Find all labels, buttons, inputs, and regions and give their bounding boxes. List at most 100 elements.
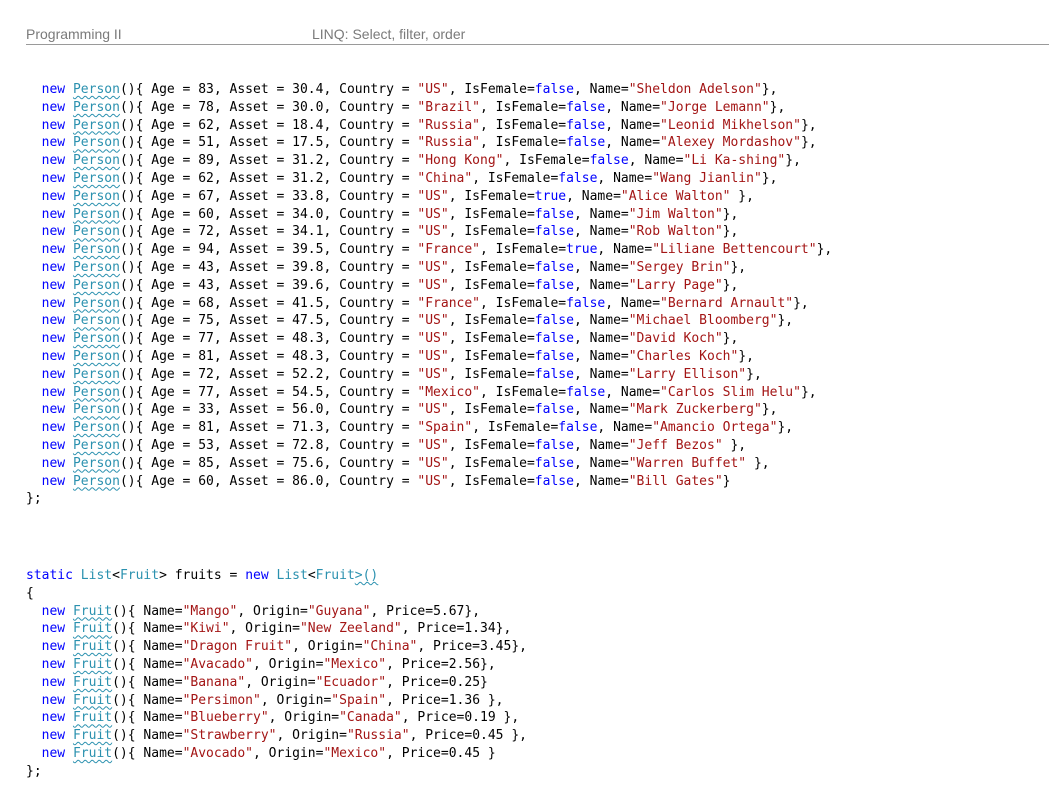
fruit-type: Fruit (315, 568, 355, 583)
asset-value: 86.0 (292, 473, 324, 489)
person-line: new Person(){ Age = 78, Asset = 30.0, Co… (41, 99, 786, 115)
age-value: 78 (198, 99, 214, 115)
line-tail: }, (480, 692, 504, 708)
fruit-type: Fruit (72, 710, 113, 726)
age-value: 68 (198, 295, 214, 311)
price-value: 0.25 (448, 674, 481, 690)
person-line: new Person(){ Age = 68, Asset = 41.5, Co… (41, 295, 809, 311)
person-type: Person (72, 455, 120, 471)
line-tail: }, (495, 621, 512, 637)
country-value: "France" (417, 242, 481, 258)
line-tail: } (480, 674, 488, 690)
name-value: "Bill Gates" (628, 473, 723, 489)
person-type: Person (72, 242, 120, 258)
person-line: new Person(){ Age = 83, Asset = 30.4, Co… (41, 82, 778, 97)
age-value: 67 (198, 188, 214, 204)
origin-value: "Ecuador" (315, 674, 387, 690)
line-tail: }, (511, 639, 527, 655)
asset-value: 30.4 (292, 82, 324, 97)
list-type: List (80, 568, 113, 583)
age-value: 62 (198, 170, 214, 186)
age-value: 94 (198, 242, 214, 258)
generic-close: >() (354, 568, 379, 583)
new-keyword: new (41, 242, 66, 258)
asset-value: 54.5 (292, 384, 324, 400)
line-tail: }, (785, 153, 801, 169)
new-keyword: new (41, 331, 66, 347)
new-keyword: new (41, 384, 66, 400)
person-line: new Person(){ Age = 77, Asset = 48.3, Co… (41, 331, 739, 347)
origin-value: "Spain" (331, 692, 387, 708)
country-value: "US" (417, 437, 449, 453)
is-female-value: true (566, 242, 598, 258)
is-female-value: false (566, 384, 606, 400)
course-title: Programming II (26, 26, 122, 42)
new-keyword: new (41, 710, 66, 726)
closing-brace: }; (26, 491, 42, 507)
line-tail: }, (730, 259, 747, 275)
asset-value: 39.5 (292, 242, 324, 258)
name-value: "Sheldon Adelson" (628, 82, 762, 97)
country-value: "US" (417, 259, 449, 275)
line-tail: }, (480, 656, 496, 672)
asset-value: 52.2 (292, 366, 324, 382)
new-keyword: new (41, 259, 66, 275)
line-tail: }, (761, 82, 778, 97)
fruit-line: new Fruit(){ Name="Kiwi", Origin="New Ze… (41, 621, 512, 637)
person-line: new Person(){ Age = 77, Asset = 54.5, Co… (41, 384, 817, 400)
is-female-value: false (589, 153, 629, 169)
is-female-value: false (534, 277, 574, 293)
is-female-value: false (534, 366, 574, 382)
person-type: Person (72, 402, 120, 418)
name-value: "Leonid Mikhelson" (660, 117, 801, 133)
new-keyword: new (41, 402, 66, 418)
price-value: 0.45 (472, 728, 504, 744)
asset-value: 30.0 (292, 99, 324, 115)
name-value: "Jeff Bezos" (628, 437, 723, 453)
is-female-value: false (534, 206, 574, 222)
asset-value: 31.2 (292, 153, 324, 169)
line-tail: }, (722, 206, 739, 222)
age-value: 81 (198, 420, 214, 436)
country-value: "US" (417, 206, 449, 222)
country-value: "Hong Kong" (417, 153, 504, 169)
age-value: 72 (198, 366, 214, 382)
is-female-value: false (534, 402, 574, 418)
person-line: new Person(){ Age = 81, Asset = 71.3, Co… (41, 420, 794, 436)
age-value: 72 (198, 224, 214, 240)
new-keyword: new (41, 603, 66, 619)
fruit-name-value: "Strawberry" (182, 728, 277, 744)
person-line: new Person(){ Age = 53, Asset = 72.8, Co… (41, 437, 747, 453)
name-value: "Carlos Slim Helu" (660, 384, 801, 400)
name-value: "Amancio Ortega" (652, 420, 778, 436)
fruit-type: Fruit (72, 728, 113, 744)
line-tail: }, (761, 170, 778, 186)
new-keyword: new (41, 82, 66, 97)
line-tail: }, (722, 437, 747, 453)
new-keyword: new (41, 188, 66, 204)
person-line: new Person(){ Age = 72, Asset = 52.2, Co… (41, 366, 762, 382)
name-value: "Rob Walton" (628, 224, 723, 240)
asset-value: 56.0 (292, 402, 324, 418)
person-type: Person (72, 313, 120, 329)
fruit-line: new Fruit(){ Name="Blueberry", Origin="C… (41, 710, 520, 726)
topic-title: LINQ: Select, filter, order (312, 26, 466, 42)
persons-close: }; (26, 490, 832, 508)
name-value: "Alice Walton" (620, 188, 731, 204)
line-tail: }, (800, 384, 817, 400)
new-keyword: new (41, 99, 66, 115)
fruit-name-value: "Banana" (182, 674, 246, 690)
person-type: Person (72, 331, 120, 347)
person-type: Person (72, 437, 120, 453)
age-value: 33 (198, 402, 214, 418)
is-female-value: false (566, 117, 606, 133)
is-female-value: true (534, 188, 567, 204)
origin-value: "Canada" (339, 710, 402, 726)
line-tail: }, (777, 313, 794, 329)
is-female-value: false (558, 420, 598, 436)
person-type: Person (72, 99, 120, 115)
person-type: Person (72, 224, 120, 240)
person-line: new Person(){ Age = 60, Asset = 86.0, Co… (41, 473, 731, 489)
fruit-name-value: "Persimon" (182, 692, 261, 708)
fruit-line: new Fruit(){ Name="Persimon", Origin="Sp… (41, 692, 504, 708)
